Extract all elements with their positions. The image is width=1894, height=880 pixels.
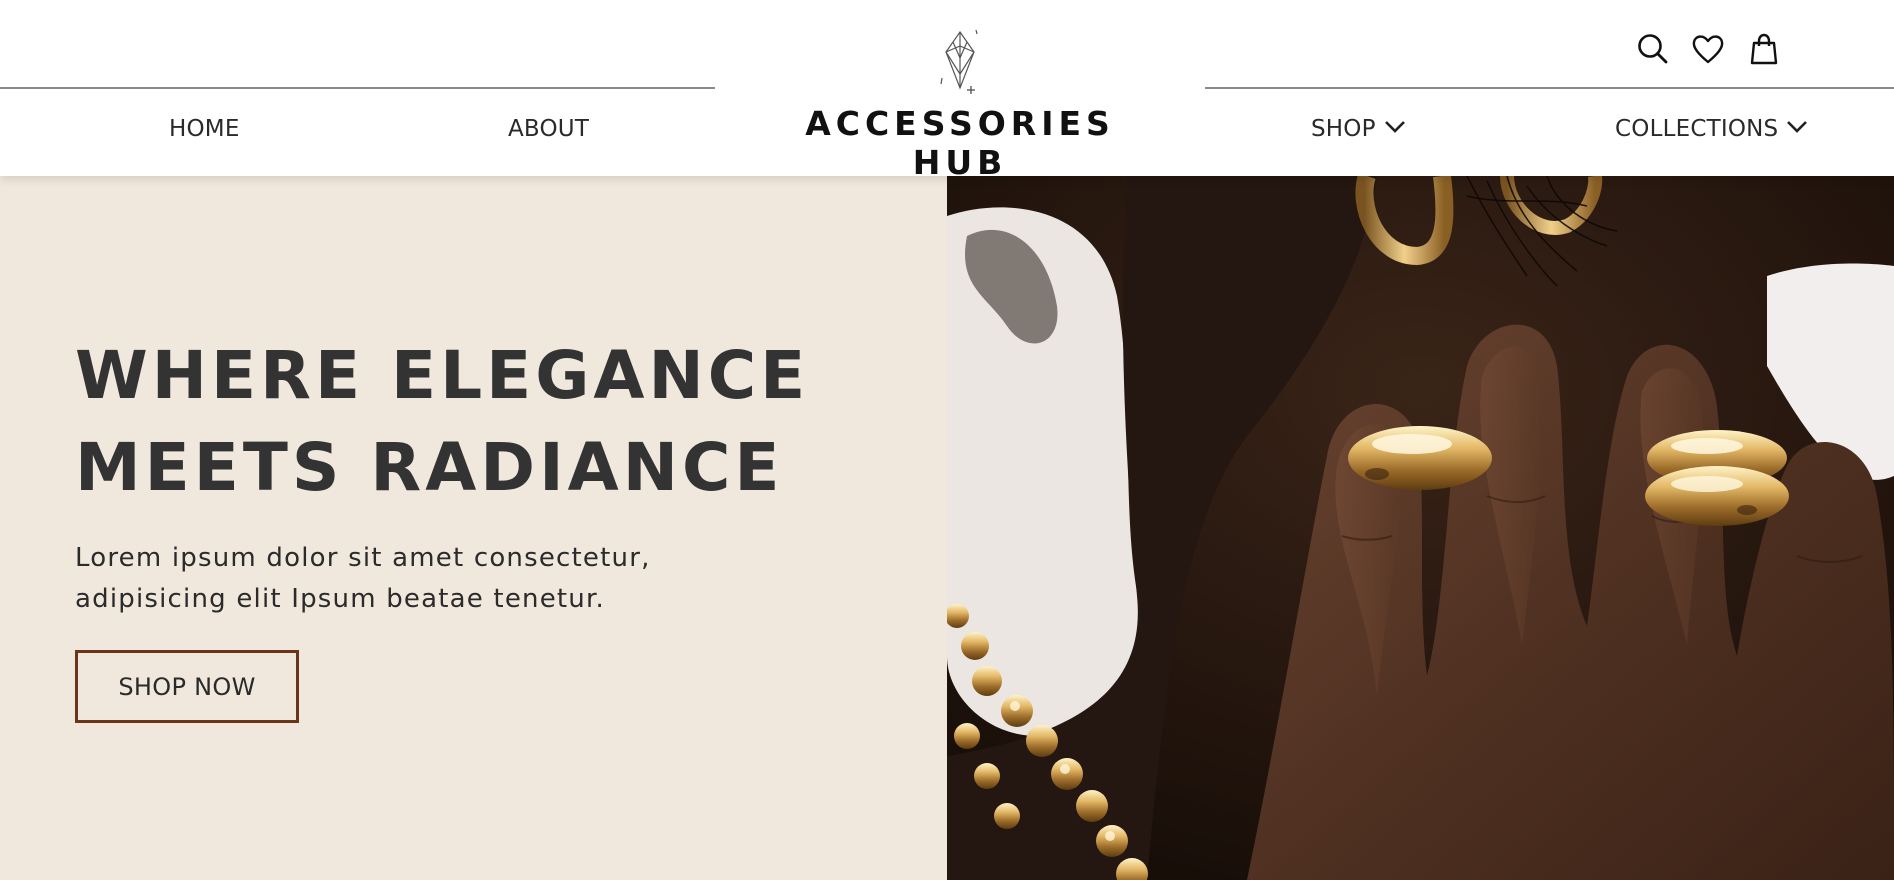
shop-now-button[interactable]: SHOP NOW bbox=[75, 650, 299, 723]
brand-name[interactable]: ACCESSORIES HUB bbox=[765, 104, 1155, 182]
chevron-down-icon bbox=[1787, 120, 1808, 133]
nav-collections-label: COLLECTIONS bbox=[1615, 116, 1779, 142]
nav-home-link[interactable]: HOME bbox=[169, 113, 240, 145]
nav-about-label: ABOUT bbox=[508, 116, 590, 142]
shopping-bag-icon[interactable] bbox=[1747, 32, 1781, 66]
site-header: HOME ABOUT ACCESSORIES HUB SHOP COLLECTI… bbox=[0, 0, 1894, 182]
nav-shop-link[interactable]: SHOP bbox=[1311, 113, 1406, 145]
header-divider-left bbox=[0, 87, 715, 89]
hero-description: Lorem ipsum dolor sit amet consectetur, … bbox=[75, 538, 695, 620]
hero-description-line-1: Lorem ipsum dolor sit amet consectetur, bbox=[75, 543, 651, 573]
hero-image bbox=[947, 176, 1894, 880]
hand-with-gold-rings-illustration bbox=[947, 176, 1894, 880]
hero-headline-line-1: WHERE ELEGANCE bbox=[75, 337, 810, 414]
nav-shop-label: SHOP bbox=[1311, 116, 1376, 142]
header-divider-right bbox=[1205, 87, 1894, 89]
heart-icon[interactable] bbox=[1691, 32, 1725, 66]
chevron-down-icon bbox=[1384, 120, 1405, 133]
nav-collections-link[interactable]: COLLECTIONS bbox=[1615, 113, 1808, 145]
hero-text-panel bbox=[0, 176, 947, 880]
search-icon[interactable] bbox=[1636, 32, 1670, 66]
hero-headline-line-2: MEETS RADIANCE bbox=[75, 429, 784, 506]
nav-about-link[interactable]: ABOUT bbox=[508, 113, 589, 145]
hero-headline: WHERE ELEGANCE MEETS RADIANCE bbox=[75, 330, 875, 514]
hero-description-line-2: adipisicing elit Ipsum beatae tenetur. bbox=[75, 584, 605, 614]
diamond-crystal-icon[interactable] bbox=[935, 28, 985, 96]
nav-home-label: HOME bbox=[169, 116, 240, 142]
